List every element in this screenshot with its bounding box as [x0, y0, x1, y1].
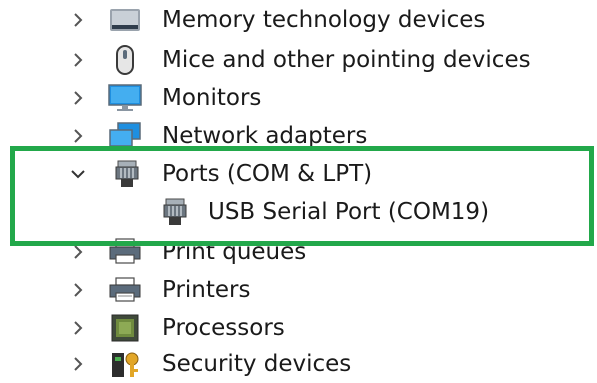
tree-item-usb-serial-port[interactable]: USB Serial Port (COM19) [0, 194, 597, 230]
tree-item-monitors[interactable]: Monitors [0, 80, 597, 116]
tree-item-label: Security devices [162, 351, 352, 377]
tree-item-label: Print queues [162, 239, 307, 265]
chevron-right-icon[interactable] [70, 244, 86, 260]
memory-card-icon [108, 5, 142, 35]
tree-item-printers[interactable]: Printers [0, 272, 597, 308]
chevron-right-icon[interactable] [70, 356, 86, 372]
tree-item-label: Printers [162, 277, 251, 303]
device-tree: Memory technology devices Mice and other… [0, 0, 597, 378]
tree-item-ports[interactable]: Ports (COM & LPT) [0, 156, 597, 192]
chevron-right-icon[interactable] [70, 52, 86, 68]
tree-item-label: Monitors [162, 85, 262, 111]
tree-item-label: Mice and other pointing devices [162, 47, 531, 73]
tree-item-security-devices[interactable]: Security devices [0, 346, 597, 382]
tree-item-memory-technology-devices[interactable]: Memory technology devices [0, 2, 597, 38]
chevron-right-icon[interactable] [70, 12, 86, 28]
monitor-icon [108, 83, 142, 113]
chevron-right-icon[interactable] [70, 320, 86, 336]
tree-item-label: Network adapters [162, 123, 368, 149]
chevron-down-icon[interactable] [70, 166, 86, 182]
tree-item-label: Ports (COM & LPT) [162, 161, 373, 187]
tree-item-network-adapters[interactable]: Network adapters [0, 118, 597, 154]
processor-icon [108, 313, 142, 343]
chevron-right-icon[interactable] [70, 90, 86, 106]
port-icon [110, 159, 144, 189]
tree-item-processors[interactable]: Processors [0, 310, 597, 346]
tree-item-label: Processors [162, 315, 285, 341]
mouse-icon [108, 45, 142, 75]
port-icon [158, 197, 192, 227]
tree-item-label: Memory technology devices [162, 7, 486, 33]
tree-item-label: USB Serial Port (COM19) [208, 199, 490, 225]
chevron-right-icon[interactable] [70, 128, 86, 144]
tree-item-mice[interactable]: Mice and other pointing devices [0, 42, 597, 78]
security-key-icon [108, 349, 142, 379]
chevron-right-icon[interactable] [70, 282, 86, 298]
print-queue-icon [108, 237, 142, 267]
printer-icon [108, 275, 142, 305]
tree-item-print-queues[interactable]: Print queues [0, 234, 597, 270]
network-adapter-icon [108, 121, 142, 151]
